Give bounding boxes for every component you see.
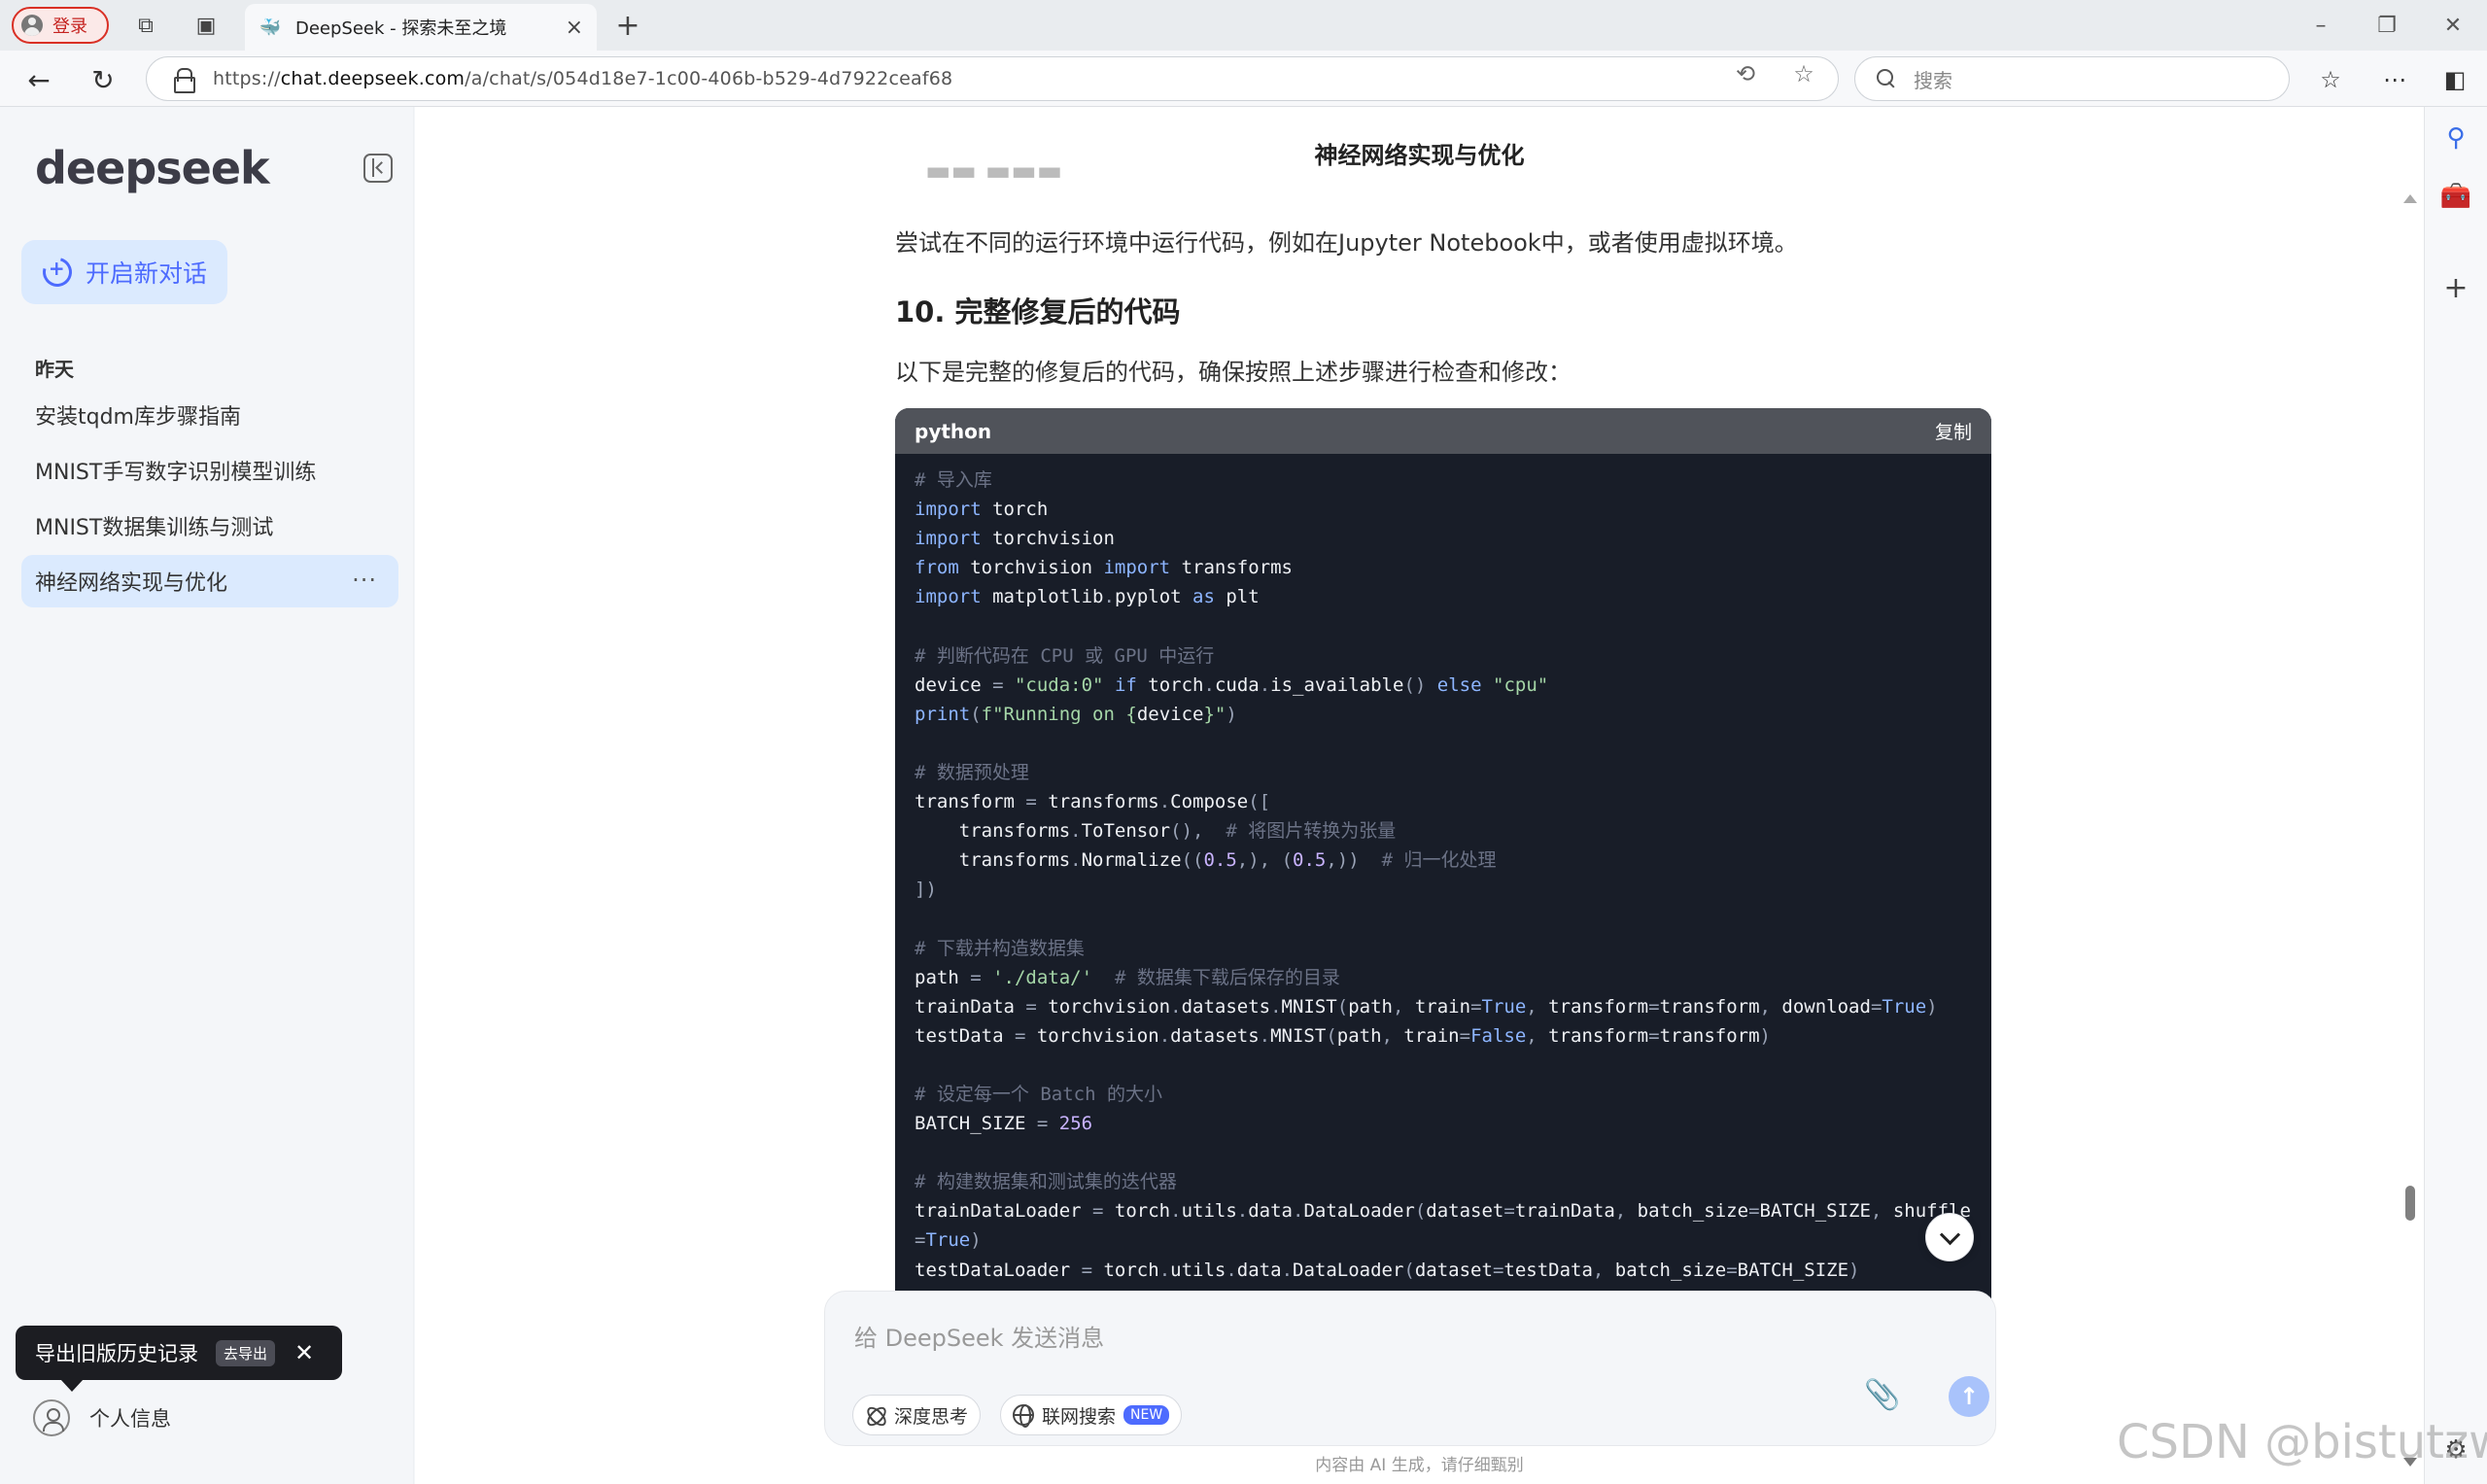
sidebar-toggle-icon[interactable]: ◧ [2437, 62, 2472, 97]
attach-file-icon[interactable]: 📎 [1864, 1378, 1900, 1412]
chat-main: 神经网络实现与优化 ▬▬ ▬▬▬ 尝试在不同的运行环境中运行代码，例如在Jupy… [415, 107, 2424, 1484]
history-item[interactable]: MNIST数据集训练与测试 [21, 500, 398, 552]
send-button[interactable]: ↑ [1949, 1376, 1989, 1417]
code-header: python 复制 [895, 408, 1991, 454]
translate-icon[interactable]: ⟲ [1732, 60, 1759, 87]
chat-title: 神经网络实现与优化 [1314, 142, 1525, 169]
profile-label: 个人信息 [89, 1407, 171, 1431]
back-arrow-icon[interactable]: ← [21, 62, 56, 97]
scrolled-text-fragment: ▬▬ ▬▬▬ [925, 167, 1120, 179]
address-toolbar: ← ↻ https://chat.deepseek.com/a/chat/s/0… [0, 51, 2487, 107]
export-history-tooltip: 导出旧版历史记录 去导出 ✕ [16, 1326, 342, 1392]
login-label: 登录 [52, 17, 87, 37]
deepseek-whale-icon: 🐳 [259, 17, 282, 38]
close-icon[interactable]: ✕ [294, 1339, 314, 1366]
scroll-up-arrow-icon[interactable] [2403, 194, 2417, 203]
section-heading: 10. 完整修复后的代码 [895, 295, 1181, 328]
favorite-star-icon[interactable]: ☆ [1790, 60, 1817, 87]
tools-icon[interactable]: 🧰 [2440, 181, 2471, 212]
edge-sidebar: ⚲ 🧰 + ⚙ [2424, 107, 2487, 1484]
export-tip-text: 导出旧版历史记录 [35, 1342, 198, 1365]
tab-title: DeepSeek - 探索未至之境 [295, 18, 507, 39]
new-chat-icon [37, 252, 78, 293]
deep-think-toggle[interactable]: 深度思考 [852, 1395, 982, 1435]
more-options-icon[interactable]: ··· [352, 567, 377, 594]
message-input-box[interactable]: 给 DeepSeek 发送消息 深度思考 联网搜索 NEW [824, 1291, 1996, 1446]
atom-icon [865, 1404, 886, 1426]
collapse-sidebar-icon[interactable] [363, 154, 393, 183]
history-group-label: 昨天 [35, 358, 74, 381]
web-search-toggle[interactable]: 联网搜索 NEW [1000, 1395, 1183, 1435]
vertical-tabs-icon[interactable]: ▣ [190, 10, 222, 41]
minimize-icon[interactable]: – [2299, 8, 2342, 43]
url-field[interactable]: https://chat.deepseek.com/a/chat/s/054d1… [146, 56, 1839, 101]
chat-sidebar: deepseek 开启新对话 昨天 安装tqdm库步骤指南 MNIST手写数字识… [0, 107, 414, 1484]
globe-icon [1013, 1404, 1034, 1428]
window-close-icon[interactable]: ✕ [2432, 8, 2474, 43]
scroll-to-bottom-button[interactable] [1925, 1213, 1974, 1261]
close-tab-icon[interactable]: × [566, 16, 583, 40]
login-button[interactable]: 登录 [12, 7, 109, 44]
browser-tab-bar: 登录 ⧉ ▣ 🐳 DeepSeek - 探索未至之境 × + – ❐ ✕ [0, 0, 2487, 51]
deepseek-logo: deepseek [35, 142, 270, 194]
page-scrollbar[interactable] [2405, 1186, 2415, 1221]
tab-deepseek[interactable]: 🐳 DeepSeek - 探索未至之境 × [245, 4, 597, 51]
code-language: python [915, 419, 992, 443]
new-badge: NEW [1123, 1405, 1170, 1425]
add-icon[interactable]: + [2440, 271, 2471, 305]
new-chat-button[interactable]: 开启新对话 [21, 240, 227, 304]
history-item[interactable]: 安装tqdm库步骤指南 [21, 389, 398, 441]
watermark: CSDN @bistutzw [2117, 1415, 2487, 1469]
history-item[interactable]: MNIST手写数字识别模型训练 [21, 444, 398, 497]
profile-button[interactable]: 个人信息 [33, 1399, 171, 1436]
collections-icon[interactable]: ⧉ [130, 10, 161, 41]
search-placeholder: 搜索 [1914, 68, 1952, 92]
export-button[interactable]: 去导出 [216, 1339, 276, 1366]
message-paragraph: 以下是完整的修复后的代码，确保按照上述步骤进行检查和修改： [895, 359, 1572, 386]
browser-search-field[interactable]: 搜索 [1854, 56, 2290, 101]
search-icon[interactable]: ⚲ [2440, 122, 2471, 154]
profile-icon [21, 15, 43, 36]
refresh-icon[interactable]: ↻ [86, 62, 121, 97]
favorites-list-icon[interactable]: ☆ [2313, 62, 2348, 97]
code-block: python 复制 # 导入库 import torch import torc… [895, 408, 1991, 1399]
new-tab-icon[interactable]: + [612, 9, 643, 43]
code-content: # 导入库 import torch import torchvision fr… [915, 469, 1971, 1281]
new-chat-label: 开启新对话 [86, 259, 208, 288]
search-icon [1877, 69, 1896, 88]
copy-code-button[interactable]: 复制 [1935, 418, 1972, 444]
history-item-active[interactable]: 神经网络实现与优化 ··· [21, 555, 398, 607]
restore-icon[interactable]: ❐ [2366, 8, 2408, 43]
message-input-placeholder: 给 DeepSeek 发送消息 [854, 1325, 1105, 1352]
user-avatar-icon [33, 1399, 70, 1436]
lock-icon [174, 68, 195, 93]
message-paragraph: 尝试在不同的运行环境中运行代码，例如在Jupyter Notebook中，或者使… [895, 229, 1798, 257]
url-text: https://chat.deepseek.com/a/chat/s/054d1… [213, 68, 953, 89]
more-menu-icon[interactable]: ⋯ [2377, 62, 2412, 97]
